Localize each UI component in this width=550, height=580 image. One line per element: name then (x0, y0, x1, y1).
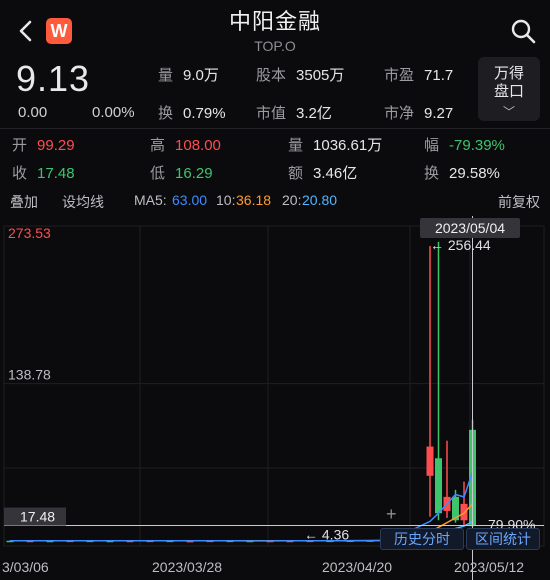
low-annotation: ← 4.36 (304, 527, 349, 543)
stat-label: 开 (12, 137, 28, 154)
candle-body (435, 458, 442, 514)
candle-body (460, 503, 468, 521)
interval-stats-button[interactable]: 区间统计 (466, 528, 540, 550)
stat-value: 17.48 (37, 165, 75, 182)
stat-label: 市盈 (384, 67, 415, 84)
kline-svg[interactable]: 273.53138.7817.48← 256.44← 4.3679.90%3/0… (0, 216, 550, 580)
stat-label: 股本 (256, 67, 287, 84)
stat-label: 换 (158, 105, 174, 122)
x-label: 2023/04/20 (322, 559, 392, 575)
candle-body (426, 446, 434, 476)
chart-toolbar: 叠加 设均线 MA5: 63.00 10: 36.18 20: 20.80 前复… (0, 188, 550, 214)
daily-volume: 量 1036.61万 (288, 134, 382, 155)
stat-pb: 市净 9.27 (384, 102, 453, 123)
stat-label: 市值 (256, 105, 287, 122)
stat-value: 1036.61万 (313, 137, 383, 154)
kline-chart[interactable]: 273.53 138.78 17.48 ← 256.44 ← 4.36 79.90% 3/0… (0, 216, 550, 580)
stat-value: 3.2亿 (296, 105, 332, 122)
price-change: 0.00 (18, 104, 48, 121)
daily-high: 高 108.00 (150, 134, 221, 155)
stat-pe: 市盈 71.7 (384, 64, 453, 85)
overlay-button[interactable]: 叠加 (10, 192, 38, 212)
plus-icon[interactable]: + (386, 504, 397, 525)
history-timeshare-button[interactable]: 历史分时 (380, 528, 464, 550)
wind-orderbook-button[interactable]: 万得 盘口 ﹀ (478, 57, 540, 121)
stat-value: 0.79% (183, 105, 226, 122)
x-label: 2023/05/12 (454, 559, 524, 575)
daily-amplitude: 幅 -79.39% (424, 134, 505, 155)
stat-label: 市净 (384, 105, 415, 122)
stat-value: 16.29 (175, 165, 213, 182)
stat-value: 3.46亿 (313, 165, 358, 182)
stat-label: 换 (424, 165, 440, 182)
ma5-label: MA5: (134, 192, 167, 208)
stat-value: -79.39% (449, 137, 505, 154)
daily-close: 收 17.48 (12, 162, 75, 183)
stat-label: 低 (150, 165, 166, 182)
y-max-label: 273.53 (8, 225, 51, 241)
stat-value: 29.58% (449, 165, 500, 182)
x-label: 2023/03/28 (152, 559, 222, 575)
price-change-pct: 0.00% (92, 104, 135, 121)
stat-share-capital: 股本 3505万 (256, 64, 344, 85)
y-current-label: 17.48 (20, 509, 55, 525)
ma10-label: 10: (216, 192, 236, 208)
divider (0, 128, 550, 129)
last-price: 9.13 (16, 58, 91, 99)
stat-value: 71.7 (424, 67, 454, 84)
daily-amount: 额 3.46亿 (288, 162, 357, 183)
y-mid-label: 138.78 (8, 367, 51, 383)
daily-open: 开 99.29 (12, 134, 75, 155)
stat-label: 量 (288, 137, 304, 154)
plot-frame (3, 225, 545, 547)
ma10-value: 36.18 (236, 192, 272, 208)
stat-label: 幅 (424, 137, 440, 154)
ma20-value: 20.80 (302, 192, 338, 208)
page-title: 中阳金融 (228, 9, 321, 34)
peak-annotation: ← 256.44 (430, 237, 491, 253)
stat-value: 99.29 (37, 137, 75, 154)
stat-label: 收 (12, 165, 28, 182)
stat-value: 9.0万 (183, 67, 219, 84)
stat-label: 额 (288, 165, 304, 182)
ticker-code: TOP.O (254, 38, 296, 54)
adjust-button[interactable]: 前复权 (498, 192, 540, 212)
stat-market-cap: 市值 3.2亿 (256, 102, 332, 123)
stat-volume: 量 9.0万 (158, 64, 219, 85)
x-label: 3/03/06 (2, 559, 49, 575)
wan-button-line1: 万得 (493, 65, 524, 82)
crosshair-date: 2023/05/04 (420, 218, 520, 238)
stat-value: 9.27 (424, 105, 454, 122)
search-icon[interactable] (510, 18, 536, 44)
stat-turnover: 换 0.79% (158, 102, 226, 123)
daily-turnover: 换 29.58% (424, 162, 500, 183)
ma20-label: 20: (282, 192, 302, 208)
daily-low: 低 16.29 (150, 162, 213, 183)
header: W 中阳金融 TOP.O (0, 0, 550, 62)
chevron-down-icon: ﹀ (502, 105, 515, 119)
stat-value: 3505万 (296, 67, 345, 84)
stat-label: 高 (150, 137, 166, 154)
ma5-value: 63.00 (172, 192, 208, 208)
set-ma-button[interactable]: 设均线 (62, 192, 104, 212)
wan-button-line2: 盘口 (493, 83, 524, 100)
stat-label: 量 (158, 67, 174, 84)
stat-value: 108.00 (175, 137, 221, 154)
